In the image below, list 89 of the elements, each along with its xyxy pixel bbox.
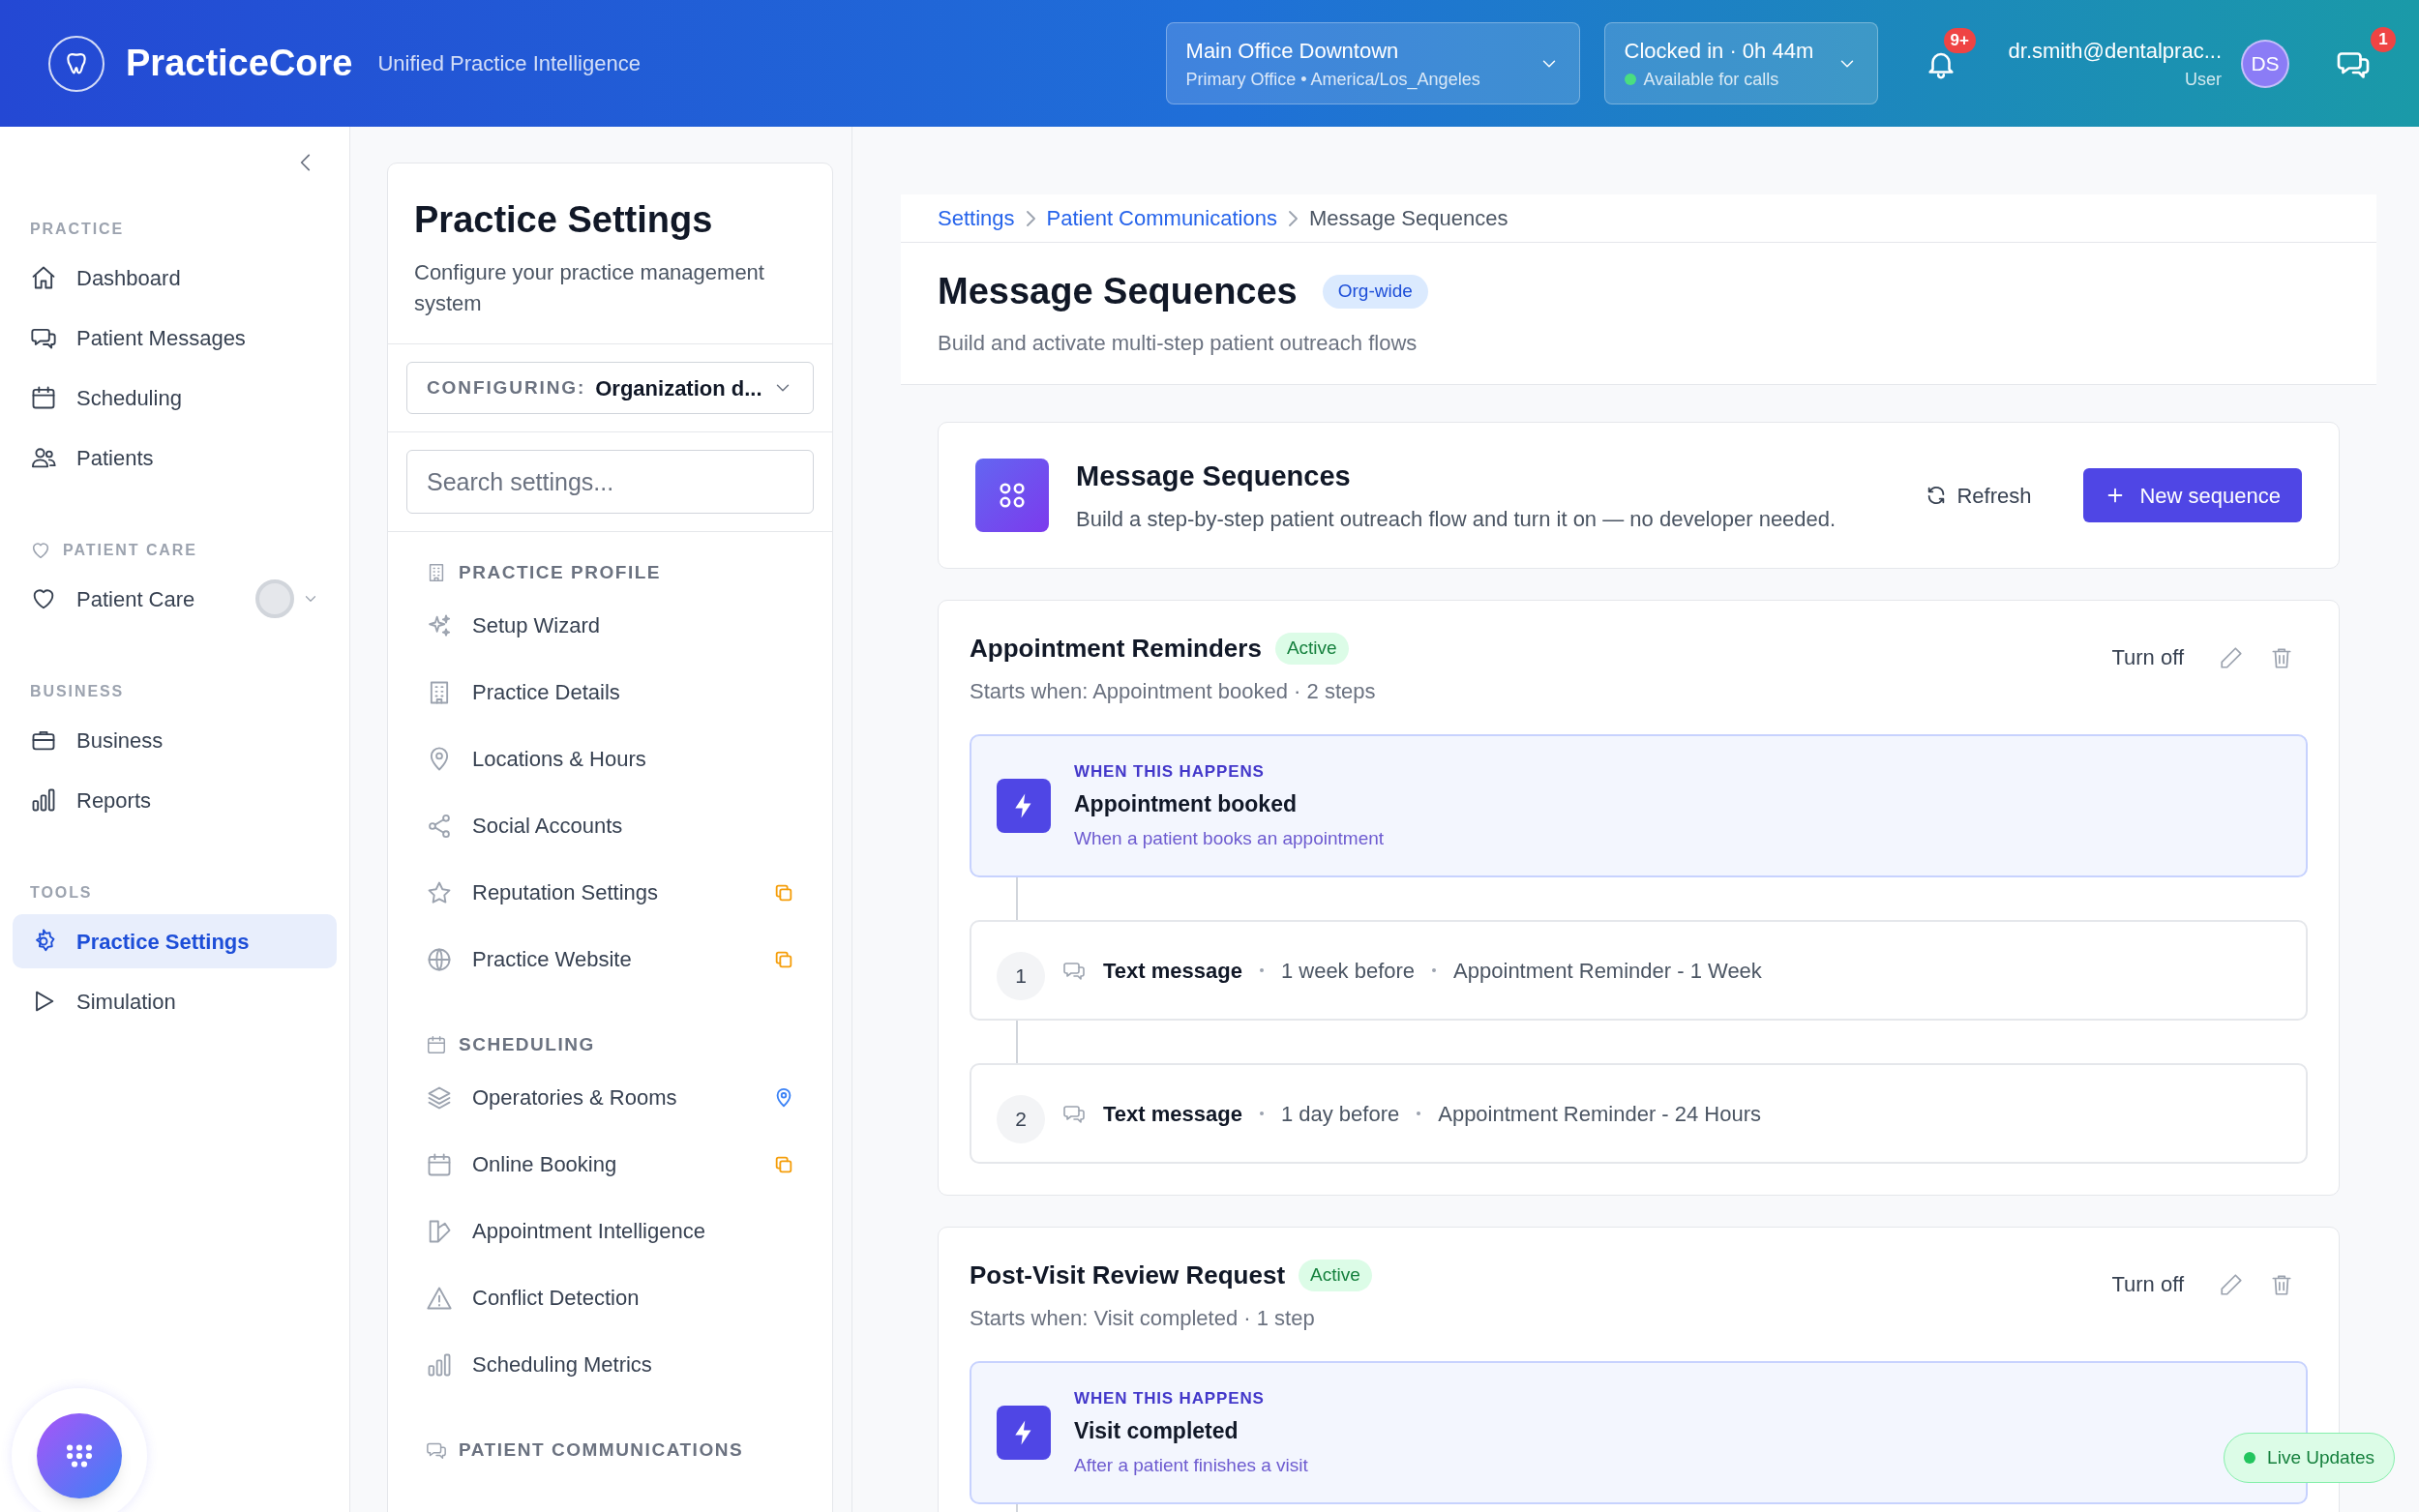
search-field[interactable]: Search settings...	[406, 450, 814, 514]
settings-item[interactable]: Conflict Detection	[406, 1264, 814, 1331]
heart-icon	[30, 540, 51, 561]
grid-icon	[975, 459, 1049, 532]
settings-item[interactable]: Appointment Intelligence	[406, 1198, 814, 1264]
panel-title: Practice Settings	[414, 198, 714, 242]
sequence-name: Post-Visit Review Request	[970, 1260, 1286, 1291]
page-subtitle: Build and activate multi-step patient outreach flows	[937, 330, 1419, 357]
step-template: Appointment Reminder - 1 Week	[1453, 957, 1762, 985]
section-heading: PRACTICE	[30, 220, 125, 239]
settings-item[interactable]: Locations & Hours	[406, 726, 814, 792]
page-title: Message Sequences	[938, 270, 1298, 313]
user-role: User	[2185, 68, 2222, 91]
step-timing: 1 week before	[1280, 957, 1416, 985]
step-channel: Text message	[1103, 957, 1242, 985]
section-heading: BUSINESS	[30, 682, 125, 701]
pencil-icon	[2219, 644, 2244, 670]
sidebar-item[interactable]: Patient Messages	[13, 311, 337, 365]
section-heading: PATIENT CARE	[63, 541, 197, 560]
group-heading: PRACTICE PROFILE	[459, 560, 662, 584]
sidebar-item[interactable]: Reports	[13, 773, 337, 827]
share-icon	[426, 812, 453, 840]
intro-title: Message Sequences	[1076, 459, 1352, 493]
location-dropdown[interactable]: Main Office Downtown Primary Office • America/Los_Angeles	[1165, 22, 1580, 104]
step-number: 2	[997, 1095, 1045, 1143]
trigger-description: After a patient finishes a visit	[1074, 1453, 1308, 1477]
trigger-name: Appointment booked	[1074, 790, 1298, 819]
settings-item[interactable]: Practice Details	[406, 659, 814, 726]
sequence-summary: Starts when: Visit completed · 1 step	[970, 1305, 1316, 1332]
sidebar-item[interactable]: Simulation	[13, 974, 337, 1028]
sidebar-item[interactable]: Patients	[13, 430, 337, 485]
edit-button[interactable]	[2219, 1271, 2244, 1297]
brand-name: PracticeCore	[126, 42, 353, 85]
settings-item[interactable]: Social Accounts	[406, 792, 814, 859]
step-template: Appointment Reminder - 24 Hours	[1438, 1100, 1762, 1128]
chevron-right-icon	[1288, 210, 1298, 226]
spinner-icon	[255, 579, 294, 618]
sequence-summary: Starts when: Appointment booked · 2 steps	[970, 678, 1377, 705]
breadcrumb-current: Message Sequences	[1308, 205, 1508, 232]
bolt-icon	[997, 1406, 1051, 1460]
bolt-icon	[997, 779, 1051, 833]
edit-button[interactable]	[2219, 644, 2244, 670]
sidebar-item[interactable]: Scheduling	[13, 371, 337, 425]
turn-off-button[interactable]: Turn off	[2111, 641, 2184, 673]
trigger-heading: WHEN THIS HAPPENS	[1074, 1387, 1266, 1409]
trigger-name: Visit completed	[1074, 1417, 1239, 1446]
pencil-icon	[2219, 1271, 2244, 1297]
user-email: dr.smith@dentalprac...	[2008, 37, 2222, 65]
status-badge: Active	[1299, 1260, 1372, 1291]
tagline: Unified Practice Intelligence	[377, 50, 641, 77]
step-number: 1	[997, 952, 1045, 1000]
group-heading: SCHEDULING	[459, 1032, 595, 1056]
calendar-icon	[30, 384, 57, 411]
live-updates-text: Live Updates	[2267, 1445, 2374, 1469]
new-sequence-button[interactable]: New sequence	[2083, 468, 2302, 522]
section-heading: TOOLS	[30, 883, 93, 903]
panel-subtitle: Configure your practice management system	[414, 259, 765, 317]
turn-off-button[interactable]: Turn off	[2111, 1268, 2184, 1300]
settings-item[interactable]: Practice Website	[406, 926, 814, 993]
notification-badge: 9+	[1943, 27, 1976, 53]
step-channel: Text message	[1103, 1100, 1242, 1128]
breadcrumb-link[interactable]: Patient Communications	[1046, 202, 1277, 234]
sequence-name: Appointment Reminders	[970, 633, 1262, 665]
message-badge: 1	[2371, 26, 2396, 52]
configuring-dropdown[interactable]: CONFIGURING: Organization d...	[406, 362, 814, 414]
home-icon	[30, 264, 57, 291]
availability-text: Available for calls	[1643, 68, 1779, 91]
trigger-description: When a patient books an appointment	[1074, 826, 1385, 850]
bar-chart-icon	[30, 786, 57, 814]
settings-item[interactable]: Reputation Settings	[406, 859, 814, 926]
sidebar-item[interactable]: Business	[13, 713, 337, 767]
sidebar-item[interactable]: Patient Care	[13, 572, 337, 626]
settings-item[interactable]: Operatories & Rooms	[406, 1064, 814, 1131]
settings-item[interactable]: Online Booking	[406, 1131, 814, 1198]
step-timing: 1 day before	[1280, 1100, 1400, 1128]
refresh-button[interactable]: Refresh	[1916, 479, 2042, 512]
scope-badge: Org-wide	[1322, 275, 1428, 309]
breadcrumb-link[interactable]: Settings	[938, 202, 1015, 234]
trigger-heading: WHEN THIS HAPPENS	[1074, 760, 1266, 783]
logo-icon	[48, 35, 105, 92]
calendar-icon	[426, 1034, 447, 1055]
chevron-right-icon	[1026, 210, 1035, 226]
group-heading: PATIENT COMMUNICATIONS	[459, 1438, 744, 1462]
sidebar-item[interactable]: Practice Settings	[13, 914, 337, 968]
sidebar-item[interactable]: Dashboard	[13, 251, 337, 305]
intro-description: Build a step-by-step patient outreach flow and turn it on — no developer needed.	[1076, 506, 1837, 534]
settings-item[interactable]: Setup Wizard	[406, 592, 814, 659]
status-badge: Active	[1274, 633, 1349, 665]
settings-item[interactable]: Scheduling Metrics	[406, 1331, 814, 1398]
